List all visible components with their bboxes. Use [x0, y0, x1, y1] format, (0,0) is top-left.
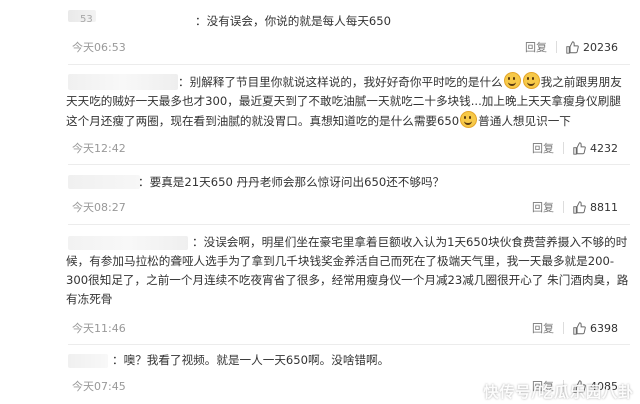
comment-time: 今天12:42 [72, 142, 126, 155]
grin-emoji-icon [522, 72, 540, 89]
like-button[interactable]: 6398 [573, 322, 618, 335]
action-divider [563, 322, 564, 334]
grin-emoji-icon [503, 72, 521, 89]
comment-divider [68, 64, 630, 65]
thumbs-up-icon [573, 141, 586, 155]
comment-content: 普通人想见识一下 [478, 114, 571, 128]
comment-colon: ： [138, 175, 150, 189]
comment-text: ：要真是21天650 丹丹老师会那么惊讶问出650还不够吗？ [138, 173, 618, 192]
comment-time: 今天08:27 [72, 201, 126, 214]
comment-time: 今天11:46 [72, 322, 126, 335]
comment-actions: 回复 6398 [532, 320, 618, 336]
like-count: 4232 [590, 141, 618, 155]
thumbs-up-icon [573, 200, 586, 214]
like-count: 6398 [590, 321, 618, 335]
comment-divider [68, 164, 630, 165]
username-blurred [68, 354, 108, 368]
comment-colon: ： [112, 353, 124, 367]
like-count: 8811 [590, 200, 618, 214]
comment-text: ：没有误会，你说的就是每人每天650 [195, 12, 615, 31]
username-blurred [68, 175, 140, 189]
comment-content: 没误会啊，明星们坐在豪宅里拿着巨额收入认为1天650块伙食费营养摄入不够的时候，… [66, 235, 629, 306]
like-button[interactable]: 8811 [573, 201, 618, 214]
comment-content: 要真是21天650 丹丹老师会那么惊讶问出650还不够吗？ [149, 175, 445, 189]
comment-text: ：没误会啊，明星们坐在豪宅里拿着巨额收入认为1天650块伙食费营养摄入不够的时候… [66, 233, 631, 309]
thumbs-up-icon [573, 321, 586, 335]
reply-button[interactable]: 回复 [532, 140, 554, 156]
reply-button[interactable]: 回复 [532, 199, 554, 215]
watermark: 快传号/吃瓜乐园八卦 [483, 383, 634, 401]
comment-actions: 回复 8811 [532, 199, 618, 215]
comment-colon: ： [192, 235, 204, 249]
comment-time: 今天06:53 [72, 41, 126, 54]
reply-button[interactable]: 回复 [525, 39, 547, 55]
action-divider [556, 41, 557, 53]
like-button[interactable]: 4232 [573, 142, 618, 155]
grin-emoji-icon [460, 111, 478, 128]
action-divider [563, 201, 564, 213]
comment-divider [68, 344, 630, 345]
comment-content: 噢？我看了视频。就是一人一天650啊。没啥错啊。 [123, 353, 390, 367]
reply-button[interactable]: 回复 [532, 320, 554, 336]
comment-text: ：噢？我看了视频。就是一人一天650啊。没啥错啊。 [112, 351, 532, 370]
comment-content: 没有误会，你说的就是每人每天650 [206, 14, 392, 28]
thumbs-up-icon [566, 40, 579, 54]
comment-time: 今天07:45 [72, 380, 126, 393]
like-button[interactable]: 20236 [566, 41, 618, 54]
username[interactable]: 53 [80, 14, 93, 25]
comment-actions: 回复 20236 [525, 39, 618, 55]
comment-actions: 回复 4232 [532, 140, 618, 156]
comment-text: ：别解释了节目里你就说这样说的，我好好奇你平时吃的是什么 我之前跟男朋友天天吃的贼… [66, 72, 631, 131]
like-count: 20236 [583, 40, 618, 54]
comment-divider [68, 224, 630, 225]
comment-content: 别解释了节目里你就说这样说的，我好好奇你平时吃的是什么 [189, 75, 503, 89]
action-divider [563, 142, 564, 154]
comment-colon: ： [195, 14, 207, 28]
comment-colon: ： [178, 75, 190, 89]
